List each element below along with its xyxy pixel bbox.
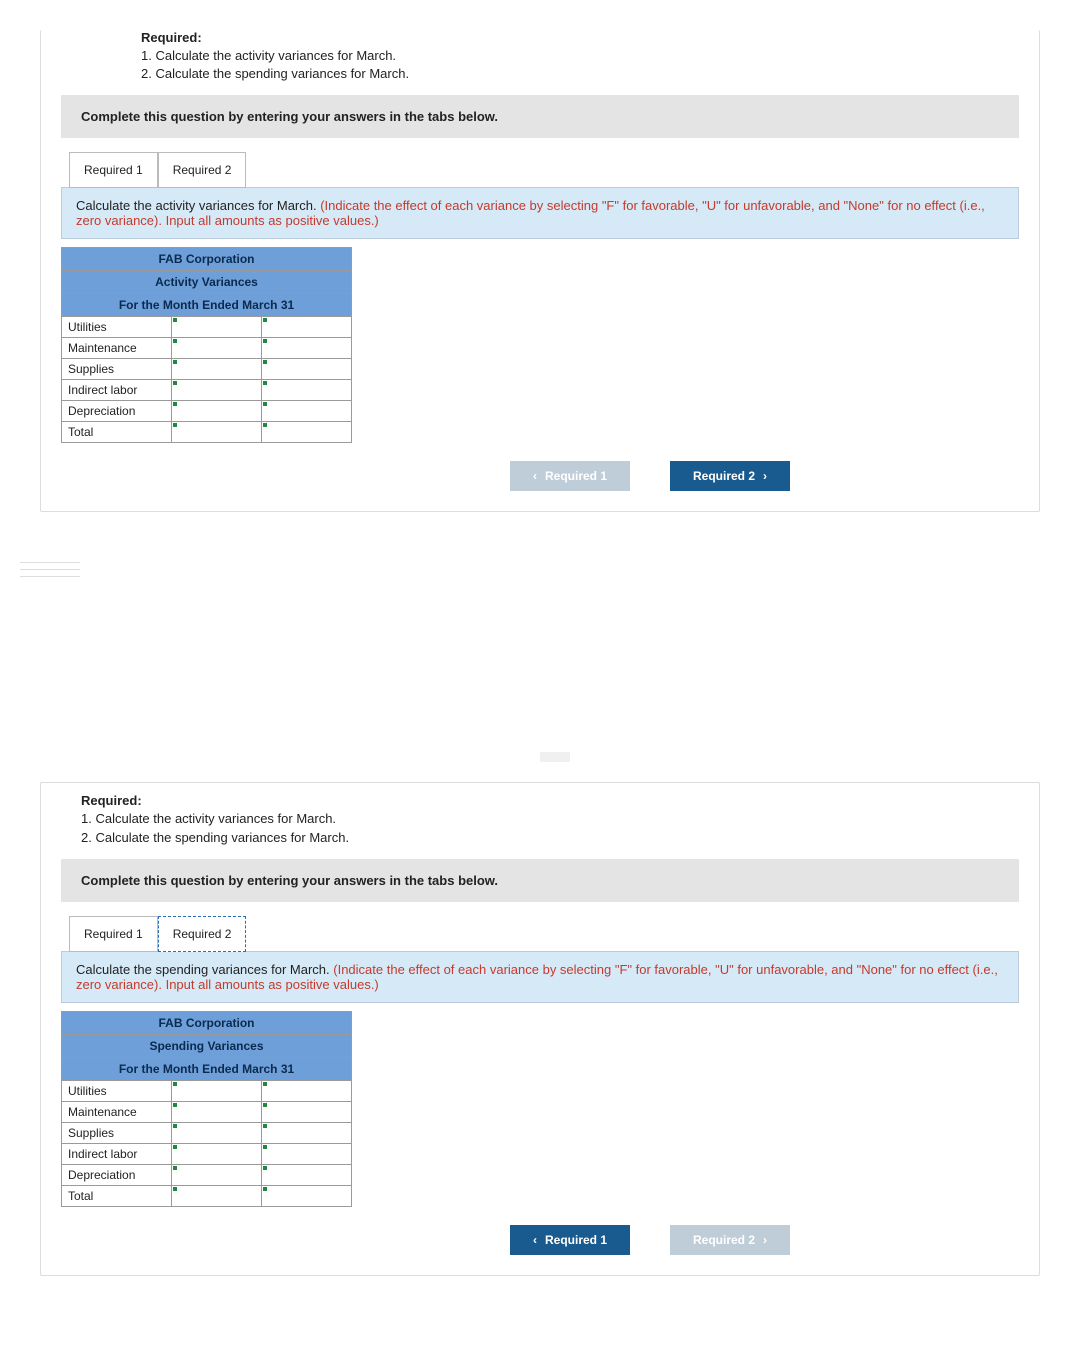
row-label: Total [62,422,172,443]
required-heading: Required: [81,793,1019,808]
prompt-box-2: Calculate the spending variances for Mar… [61,951,1019,1003]
table-row: Supplies [62,359,352,380]
table-row: Utilities [62,1080,352,1101]
effect-select[interactable] [262,1080,352,1101]
tabs: Required 1 Required 2 [61,916,1019,952]
ghost-lines [20,562,80,577]
amount-input[interactable] [172,317,262,338]
effect-select[interactable] [262,401,352,422]
instruction-bar: Complete this question by entering your … [61,95,1019,138]
row-label: Depreciation [62,1164,172,1185]
effect-select[interactable] [262,1101,352,1122]
required-item-2: 2. Calculate the spending variances for … [81,829,1019,847]
row-label: Utilities [62,1080,172,1101]
question-card-1: Required: 1. Calculate the activity vari… [40,30,1040,512]
prev-button: ‹ Required 1 [510,461,630,491]
tab-required-1[interactable]: Required 1 [69,152,158,188]
table-row: Utilities [62,317,352,338]
row-label: Supplies [62,359,172,380]
prev-button[interactable]: ‹ Required 1 [510,1225,630,1255]
required-item-2: 2. Calculate the spending variances for … [141,65,1019,83]
effect-select[interactable] [262,1164,352,1185]
table-row: Maintenance [62,1101,352,1122]
row-label: Supplies [62,1122,172,1143]
table-row: Supplies [62,1122,352,1143]
amount-input[interactable] [172,380,262,401]
effect-select[interactable] [262,1185,352,1206]
table-header-title: Activity Variances [62,271,352,294]
row-label: Indirect labor [62,380,172,401]
table-row: Maintenance [62,338,352,359]
prompt-text: Calculate the activity variances for Mar… [76,198,320,213]
required-block: Required: 1. Calculate the activity vari… [61,30,1019,83]
amount-input[interactable] [172,401,262,422]
question-card-2: Required: 1. Calculate the activity vari… [40,782,1040,1275]
prompt-text: Calculate the spending variances for Mar… [76,962,333,977]
effect-select[interactable] [262,380,352,401]
effect-select[interactable] [262,359,352,380]
activity-variance-table: FAB Corporation Activity Variances For t… [61,247,352,443]
required-item-1: 1. Calculate the activity variances for … [141,47,1019,65]
required-heading: Required: [141,30,1019,45]
row-label: Utilities [62,317,172,338]
table-header-company: FAB Corporation [62,1011,352,1034]
prev-label: Required 1 [545,469,607,483]
tab-required-2[interactable]: Required 2 [158,152,247,188]
table-row: Indirect labor [62,1143,352,1164]
tab-required-1[interactable]: Required 1 [69,916,158,952]
row-label: Indirect labor [62,1143,172,1164]
next-button[interactable]: Required 2 › [670,461,790,491]
chevron-right-icon: › [763,469,767,483]
nav-buttons: ‹ Required 1 Required 2 › [281,1225,1019,1255]
row-label: Depreciation [62,401,172,422]
amount-input[interactable] [172,359,262,380]
table-header-period: For the Month Ended March 31 [62,294,352,317]
next-button: Required 2 › [670,1225,790,1255]
nav-buttons: ‹ Required 1 Required 2 › [281,461,1019,491]
row-label: Maintenance [62,338,172,359]
row-label: Total [62,1185,172,1206]
effect-select[interactable] [262,338,352,359]
tabs: Required 1 Required 2 [61,152,1019,188]
page-gap [40,552,1040,782]
instruction-bar: Complete this question by entering your … [61,859,1019,902]
amount-input[interactable] [172,338,262,359]
next-label: Required 2 [693,1233,755,1247]
amount-input[interactable] [172,1080,262,1101]
amount-input[interactable] [172,422,262,443]
table-row: Depreciation [62,1164,352,1185]
prev-label: Required 1 [545,1233,607,1247]
table-row: Depreciation [62,401,352,422]
next-label: Required 2 [693,469,755,483]
amount-input[interactable] [172,1164,262,1185]
chevron-right-icon: › [763,1233,767,1247]
required-item-1: 1. Calculate the activity variances for … [81,810,1019,828]
row-label: Maintenance [62,1101,172,1122]
effect-select[interactable] [262,1122,352,1143]
chevron-left-icon: ‹ [533,469,537,483]
effect-select[interactable] [262,317,352,338]
amount-input[interactable] [172,1185,262,1206]
amount-input[interactable] [172,1122,262,1143]
required-block: Required: 1. Calculate the activity vari… [61,793,1019,846]
table-row: Indirect labor [62,380,352,401]
prompt-box-1: Calculate the activity variances for Mar… [61,187,1019,239]
table-row: Total [62,422,352,443]
amount-input[interactable] [172,1101,262,1122]
tab-required-2[interactable]: Required 2 [158,916,247,952]
amount-input[interactable] [172,1143,262,1164]
effect-select[interactable] [262,422,352,443]
table-header-title: Spending Variances [62,1034,352,1057]
chevron-left-icon: ‹ [533,1233,537,1247]
table-header-company: FAB Corporation [62,248,352,271]
spending-variance-table: FAB Corporation Spending Variances For t… [61,1011,352,1207]
effect-select[interactable] [262,1143,352,1164]
ghost-artifact [540,752,570,762]
table-row: Total [62,1185,352,1206]
table-header-period: For the Month Ended March 31 [62,1057,352,1080]
